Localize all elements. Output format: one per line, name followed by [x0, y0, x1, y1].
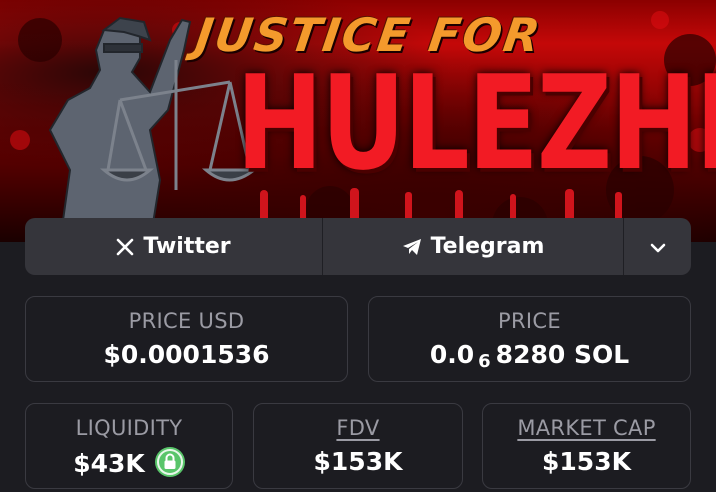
telegram-label: Telegram [430, 234, 545, 259]
price-native-label: PRICE [498, 309, 561, 333]
liquidity-label: LIQUIDITY [75, 416, 183, 440]
price-native-suffix: 8280 SOL [495, 340, 630, 369]
price-native-card: PRICE 0.0 6 8280 SOL [368, 296, 691, 382]
liquidity-card: LIQUIDITY $43K [25, 403, 233, 489]
price-native-zero-count: 6 [478, 351, 491, 372]
market-cap-value: $153K [542, 447, 631, 476]
market-cap-label[interactable]: MARKET CAP [483, 415, 690, 441]
token-info-page: JUSTICE FOR HULEZHI Twitter Telegram PRI… [0, 0, 716, 492]
price-native-prefix: 0.0 [429, 340, 475, 369]
lock-icon[interactable] [154, 447, 185, 477]
lady-justice-statue [48, 16, 192, 242]
market-cap-card: MARKET CAP $153K [482, 403, 691, 489]
fdv-label[interactable]: FDV [254, 415, 462, 441]
x-logo-icon [116, 238, 134, 256]
liquidity-value-row: $43K [26, 447, 232, 479]
chevron-down-icon [650, 234, 666, 259]
twitter-label: Twitter [143, 234, 231, 259]
banner-title-main: HULEZHI [236, 46, 716, 200]
token-banner: JUSTICE FOR HULEZHI [0, 0, 716, 242]
price-usd-value: $0.0001536 [103, 340, 270, 369]
price-native-value: 0.0 6 8280 SOL [369, 340, 690, 377]
price-usd-label: PRICE USD [128, 309, 245, 333]
price-usd-card: PRICE USD $0.0001536 [25, 296, 348, 382]
liquidity-value: $43K [73, 449, 145, 478]
fdv-value: $153K [313, 447, 403, 476]
fdv-card: FDV $153K [253, 403, 463, 489]
more-links-button[interactable] [624, 218, 691, 275]
telegram-button[interactable]: Telegram [323, 218, 624, 275]
twitter-button[interactable]: Twitter [25, 218, 323, 275]
social-links-bar: Twitter Telegram [25, 218, 691, 275]
paper-plane-icon [402, 238, 422, 256]
